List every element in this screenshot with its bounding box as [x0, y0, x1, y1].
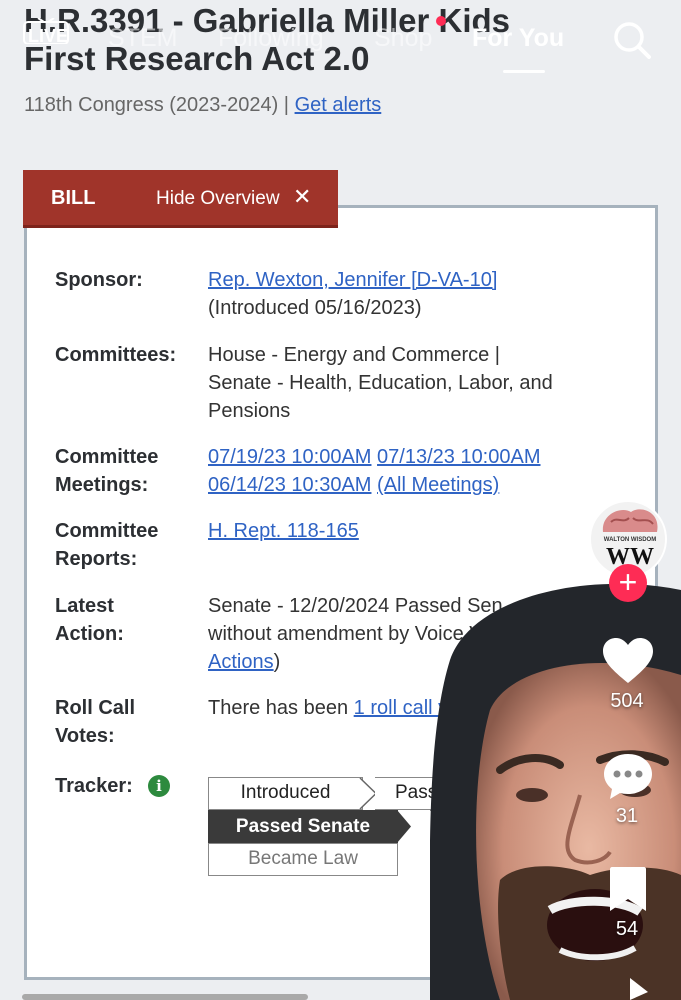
- label-line: Committee: [55, 520, 159, 542]
- congress-label: 118th Congress (2023-2024) |: [24, 94, 289, 116]
- follow-button[interactable]: +: [609, 564, 647, 602]
- avatar-caption: WALTON WISDOM: [603, 537, 657, 543]
- tab-bill[interactable]: BILL: [51, 187, 95, 210]
- latest-action-label: Latest Action:: [55, 592, 124, 648]
- label-line: Meetings:: [55, 474, 149, 496]
- tracker-step-passed-senate: Passed Senate: [208, 810, 398, 843]
- committees-line: Senate - Health, Education, Labor, and: [208, 372, 553, 394]
- congress-line: 118th Congress (2023-2024) | Get alerts: [24, 94, 381, 117]
- save-count: 54: [615, 918, 639, 940]
- report-link[interactable]: H. Rept. 118-165: [208, 520, 359, 542]
- label-line: Reports:: [55, 548, 138, 570]
- bookmark-icon[interactable]: [608, 865, 648, 913]
- committees-line: House - Energy and Commerce |: [208, 344, 500, 366]
- committee-reports-value: H. Rept. 118-165: [208, 517, 628, 545]
- committee-reports-label: Committee Reports:: [55, 517, 158, 573]
- live-label: LIVE: [28, 26, 69, 46]
- tab-stem[interactable]: STEM: [108, 24, 177, 53]
- live-button[interactable]: LIVE: [23, 18, 69, 46]
- video-progress-bar[interactable]: [22, 994, 308, 1000]
- roll-call-label: Roll Call Votes:: [55, 694, 135, 750]
- tab-following[interactable]: Following: [218, 24, 324, 53]
- label-line: Votes:: [55, 725, 115, 747]
- all-actions-link[interactable]: Actions: [208, 651, 274, 673]
- comment-count: 31: [615, 805, 639, 827]
- label-line: Action:: [55, 623, 124, 645]
- heart-icon[interactable]: [602, 637, 654, 685]
- committee-meetings-label: Committee Meetings:: [55, 443, 158, 499]
- sponsor-introduced: (Introduced 05/16/2023): [208, 297, 422, 319]
- label-line: Roll Call: [55, 697, 136, 719]
- sponsor-label: Sponsor:: [55, 269, 143, 291]
- all-meetings-link[interactable]: (All Meetings): [377, 474, 499, 496]
- tab-for-you[interactable]: For You: [472, 24, 564, 53]
- meeting-link[interactable]: 06/14/23 10:30AM: [208, 474, 371, 496]
- roll-call-text: There has been: [208, 697, 349, 719]
- paren: ): [273, 651, 281, 673]
- tracker-label: Tracker:: [55, 775, 133, 797]
- bill-tab-bar: BILL Hide Overview ✕: [23, 170, 338, 228]
- active-tab-indicator: [503, 70, 545, 73]
- label-line: Committee: [55, 446, 159, 468]
- tracker-step-introduced: Introduced: [208, 777, 363, 810]
- tab-shop[interactable]: Shop: [374, 24, 432, 53]
- meeting-link[interactable]: 07/19/23 10:00AM: [208, 446, 371, 468]
- hide-overview-button[interactable]: Hide Overview: [156, 188, 280, 210]
- sponsor-link[interactable]: Rep. Wexton, Jennifer [D-VA-10]: [208, 269, 497, 291]
- like-count: 504: [610, 690, 644, 712]
- committees-value: House - Energy and Commerce | Senate - H…: [208, 341, 628, 425]
- close-icon[interactable]: ✕: [293, 184, 311, 210]
- committees-label: Committees:: [55, 344, 177, 366]
- label-line: Latest: [55, 595, 114, 617]
- sponsor-value: Rep. Wexton, Jennifer [D-VA-10] (Introdu…: [208, 266, 628, 322]
- committees-line: Pensions: [208, 400, 291, 422]
- get-alerts-link[interactable]: Get alerts: [295, 94, 382, 116]
- search-icon[interactable]: [612, 20, 652, 60]
- share-icon[interactable]: [608, 978, 648, 1000]
- shop-notification-dot: [436, 16, 446, 26]
- comment-icon[interactable]: [602, 752, 654, 802]
- info-icon[interactable]: i: [148, 775, 170, 797]
- committee-meetings-value: 07/19/23 10:00AM 07/13/23 10:00AM 06/14/…: [208, 443, 628, 499]
- tracker-step-became-law: Became Law: [208, 843, 398, 876]
- meeting-link[interactable]: 07/13/23 10:00AM: [377, 446, 540, 468]
- tracker-arrow-icon: [397, 810, 411, 843]
